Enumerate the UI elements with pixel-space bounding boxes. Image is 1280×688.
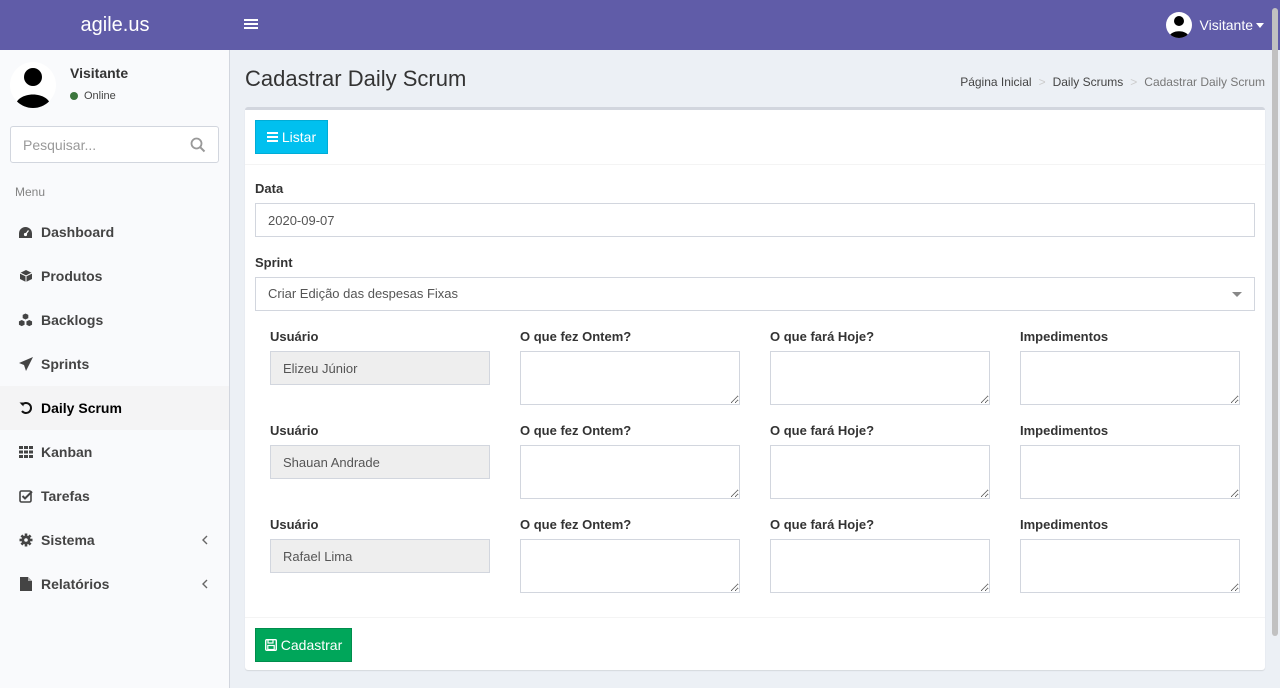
sprint-select[interactable]: Criar Edição das despesas Fixas [255, 277, 1255, 311]
today-textarea[interactable] [770, 539, 990, 593]
page-scrollbar[interactable] [1272, 8, 1278, 636]
sidebar: Visitante Online Menu Dashboard Produtos… [0, 50, 230, 688]
chevron-left-icon [201, 577, 209, 591]
sidebar-user-name: Visitante [70, 65, 129, 81]
sidebar-item-daily-scrum[interactable]: Daily Scrum [0, 386, 229, 430]
sidebar-user-panel: Visitante Online [10, 62, 220, 122]
gear-icon [18, 533, 33, 548]
sidebar-item-label: Backlogs [41, 312, 104, 328]
sidebar-item-dashboard[interactable]: Dashboard [0, 210, 229, 254]
submit-button[interactable]: Cadastrar [255, 628, 352, 662]
sidebar-user-avatar [10, 62, 56, 108]
paper-plane-icon [18, 357, 33, 372]
sidebar-item-label: Dashboard [41, 224, 115, 240]
sidebar-item-sprints[interactable]: Sprints [0, 342, 229, 386]
today-label: O que fará Hoje? [770, 517, 875, 532]
list-button-label: Listar [281, 129, 317, 145]
impediments-label: Impedimentos [1020, 329, 1109, 344]
dashboard-icon [18, 225, 33, 240]
caret-down-icon [1256, 22, 1264, 28]
yesterday-textarea[interactable] [520, 539, 740, 593]
yesterday-textarea[interactable] [520, 351, 740, 405]
sidebar-item-relatorios[interactable]: Relatórios [0, 562, 229, 606]
impediments-textarea[interactable] [1020, 445, 1240, 499]
list-button[interactable]: Listar [255, 120, 328, 154]
user-menu[interactable]: Visitante [1165, 0, 1264, 50]
sidebar-item-label: Kanban [41, 444, 93, 460]
breadcrumb-home-link[interactable]: Página Inicial [960, 75, 1031, 89]
impediments-textarea[interactable] [1020, 351, 1240, 405]
search-input[interactable] [11, 127, 181, 162]
sidebar-user-status: Online [70, 90, 116, 102]
save-icon [264, 639, 277, 651]
sidebar-item-label: Relatórios [41, 576, 110, 592]
impediments-textarea[interactable] [1020, 539, 1240, 593]
cube-icon [18, 269, 33, 284]
user-field [270, 539, 490, 573]
sidebar-item-label: Sistema [41, 532, 95, 548]
sidebar-menu: Dashboard Produtos Backlogs Sprints Dail… [0, 210, 229, 606]
status-text: Online [84, 90, 116, 102]
chevron-left-icon [201, 533, 209, 547]
user-field [270, 351, 490, 385]
sprint-selected-value: Criar Edição das despesas Fixas [268, 286, 459, 301]
sidebar-search [10, 126, 219, 163]
check-square-icon [18, 489, 33, 504]
sidebar-item-label: Produtos [41, 268, 103, 284]
breadcrumb-separator: > [1130, 75, 1138, 89]
sidebar-item-kanban[interactable]: Kanban [0, 430, 229, 474]
yesterday-label: O que fez Ontem? [520, 423, 632, 438]
today-textarea[interactable] [770, 445, 990, 499]
breadcrumb-daily-scrums-link[interactable]: Daily Scrums [1053, 75, 1124, 89]
page-title: Cadastrar Daily Scrum [245, 66, 467, 91]
data-label: Data [255, 181, 284, 196]
box-footer: Cadastrar [245, 617, 1265, 673]
user-label: Usuário [270, 423, 319, 438]
sidebar-item-produtos[interactable]: Produtos [0, 254, 229, 298]
breadcrumb: Página Inicial > Daily Scrums > Cadastra… [960, 75, 1265, 89]
sidebar-toggle-icon[interactable] [244, 17, 258, 33]
sidebar-item-label: Daily Scrum [41, 400, 122, 416]
top-navbar: agile.us Visitante [0, 0, 1280, 50]
yesterday-label: O que fez Ontem? [520, 329, 632, 344]
menu-header: Menu [15, 185, 46, 199]
submit-button-label: Cadastrar [280, 637, 343, 653]
grid-icon [18, 445, 33, 460]
form-box: Listar Data Sprint Criar Edição das desp… [245, 107, 1265, 670]
user-field [270, 445, 490, 479]
breadcrumb-current: Cadastrar Daily Scrum [1144, 75, 1265, 89]
app-logo[interactable]: agile.us [0, 0, 230, 50]
sidebar-item-tarefas[interactable]: Tarefas [0, 474, 229, 518]
user-label: Usuário [270, 517, 319, 532]
online-status-icon [70, 92, 78, 100]
file-icon [18, 577, 33, 592]
today-label: O que fará Hoje? [770, 329, 875, 344]
sprint-label: Sprint [255, 255, 293, 270]
yesterday-textarea[interactable] [520, 445, 740, 499]
select-arrow-icon [1232, 292, 1242, 297]
date-input[interactable] [255, 203, 1255, 237]
breadcrumb-separator: > [1038, 75, 1046, 89]
sidebar-item-backlogs[interactable]: Backlogs [0, 298, 229, 342]
box-header: Listar [245, 110, 1265, 165]
search-icon[interactable] [190, 137, 206, 153]
undo-icon [18, 401, 33, 416]
impediments-label: Impedimentos [1020, 517, 1109, 532]
user-avatar [1165, 12, 1192, 38]
yesterday-label: O que fez Ontem? [520, 517, 632, 532]
today-label: O que fará Hoje? [770, 423, 875, 438]
sidebar-item-label: Sprints [41, 356, 90, 372]
sidebar-item-label: Tarefas [41, 488, 90, 504]
list-icon [266, 130, 278, 144]
today-textarea[interactable] [770, 351, 990, 405]
impediments-label: Impedimentos [1020, 423, 1109, 438]
user-label: Usuário [270, 329, 319, 344]
cubes-icon [18, 313, 33, 328]
sidebar-item-sistema[interactable]: Sistema [0, 518, 229, 562]
user-menu-name: Visitante [1199, 17, 1253, 33]
